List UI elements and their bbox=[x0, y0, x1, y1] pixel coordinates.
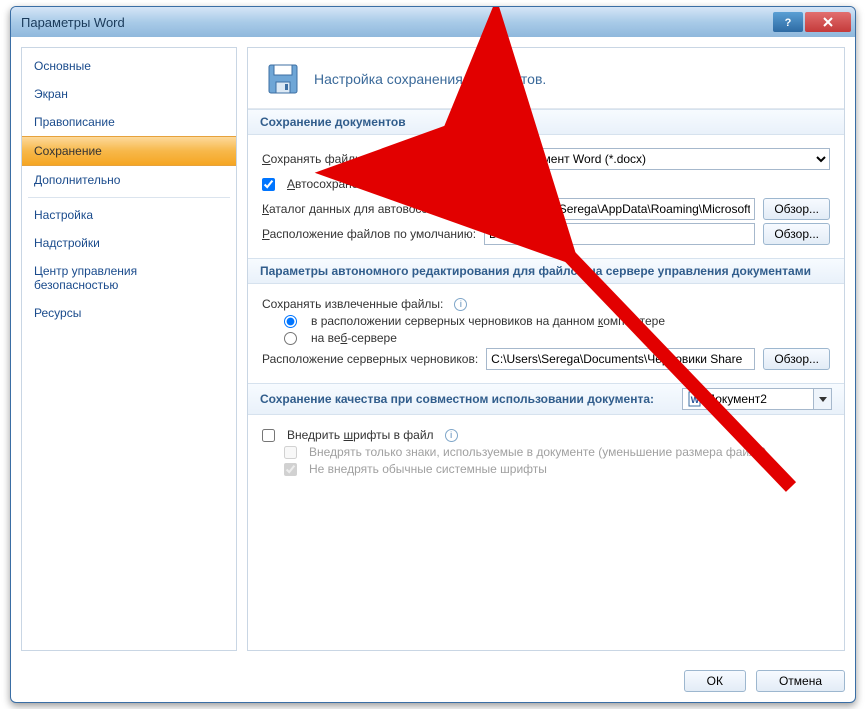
section-offline-header: Параметры автономного редактирования для… bbox=[248, 258, 844, 284]
autosave-minutes-input[interactable] bbox=[432, 173, 482, 195]
info-icon[interactable]: i bbox=[454, 298, 467, 311]
radio-web-server[interactable] bbox=[284, 332, 297, 345]
save-icon bbox=[266, 62, 300, 96]
radio-web-server-label: на веб-сервере bbox=[311, 331, 397, 345]
info-icon[interactable]: i bbox=[445, 429, 458, 442]
sidebar-separator bbox=[28, 197, 230, 198]
dialog-window: Параметры Word ? Основные Экран Правопис… bbox=[10, 6, 856, 703]
default-loc-input[interactable] bbox=[484, 223, 755, 245]
server-drafts-label: Расположение серверных черновиков: bbox=[262, 352, 478, 366]
category-sidebar: Основные Экран Правописание Сохранение Д… bbox=[21, 47, 237, 651]
sidebar-item-advanced[interactable]: Дополнительно bbox=[22, 166, 236, 194]
svg-text:W: W bbox=[691, 395, 700, 405]
section-quality-title: Сохранение качества при совместном испол… bbox=[260, 392, 654, 406]
extracted-files-label: Сохранять извлеченные файлы: bbox=[262, 297, 443, 311]
recovery-label: Каталог данных для автовосстановления: bbox=[262, 202, 496, 216]
close-button[interactable] bbox=[805, 12, 851, 32]
chevron-down-icon bbox=[813, 389, 831, 409]
sidebar-item-resources[interactable]: Ресурсы bbox=[22, 299, 236, 327]
sidebar-item-save[interactable]: Сохранение bbox=[22, 136, 236, 166]
document-selector[interactable]: W Документ2 bbox=[682, 388, 832, 410]
help-button[interactable]: ? bbox=[773, 12, 803, 32]
embed-used-only-checkbox bbox=[284, 446, 297, 459]
embed-fonts-label: Внедрить шрифты в файл bbox=[287, 428, 434, 442]
sidebar-item-general[interactable]: Основные bbox=[22, 52, 236, 80]
recovery-path-input[interactable] bbox=[504, 198, 756, 220]
autosave-units: минут bbox=[490, 177, 523, 191]
sidebar-item-display[interactable]: Экран bbox=[22, 80, 236, 108]
sidebar-item-proofing[interactable]: Правописание bbox=[22, 108, 236, 136]
embed-used-only-label: Внедрять только знаки, используемые в до… bbox=[309, 445, 767, 459]
browse-default-loc-button[interactable]: Обзор... bbox=[763, 223, 830, 245]
radio-local-drafts[interactable] bbox=[284, 315, 297, 328]
sidebar-item-trust-center[interactable]: Центр управления безопасностью bbox=[22, 257, 236, 299]
cancel-button[interactable]: Отмена bbox=[756, 670, 845, 692]
dont-embed-system-label: Не внедрять обычные системные шрифты bbox=[309, 462, 547, 476]
titlebar: Параметры Word ? bbox=[11, 7, 855, 37]
svg-text:?: ? bbox=[785, 17, 792, 28]
autosave-checkbox[interactable] bbox=[262, 178, 275, 191]
word-doc-icon: W bbox=[687, 391, 703, 407]
section-save-header: Сохранение документов bbox=[248, 109, 844, 135]
autosave-label: Автосохранение каждые bbox=[287, 177, 424, 191]
dialog-footer: ОК Отмена bbox=[21, 670, 845, 692]
dont-embed-system-checkbox bbox=[284, 463, 297, 476]
default-loc-label: Расположение файлов по умолчанию: bbox=[262, 227, 476, 241]
sidebar-item-addins[interactable]: Надстройки bbox=[22, 229, 236, 257]
embed-fonts-checkbox[interactable] bbox=[262, 429, 275, 442]
page-heading-text: Настройка сохранения документов. bbox=[314, 71, 546, 87]
content-pane: Настройка сохранения документов. Сохране… bbox=[247, 47, 845, 651]
format-combo[interactable]: Документ Word (*.docx) bbox=[507, 148, 830, 170]
ok-button[interactable]: ОК bbox=[684, 670, 746, 692]
server-drafts-input[interactable] bbox=[486, 348, 755, 370]
section-quality-header: Сохранение качества при совместном испол… bbox=[248, 383, 844, 415]
radio-local-drafts-label: в расположении серверных черновиков на д… bbox=[311, 314, 665, 328]
browse-server-drafts-button[interactable]: Обзор... bbox=[763, 348, 830, 370]
browse-recovery-button[interactable]: Обзор... bbox=[763, 198, 830, 220]
format-label: Сохранять файлы в следующем формате: bbox=[262, 152, 499, 166]
sidebar-item-customize[interactable]: Настройка bbox=[22, 201, 236, 229]
window-title: Параметры Word bbox=[21, 15, 771, 30]
page-heading: Настройка сохранения документов. bbox=[248, 48, 844, 109]
